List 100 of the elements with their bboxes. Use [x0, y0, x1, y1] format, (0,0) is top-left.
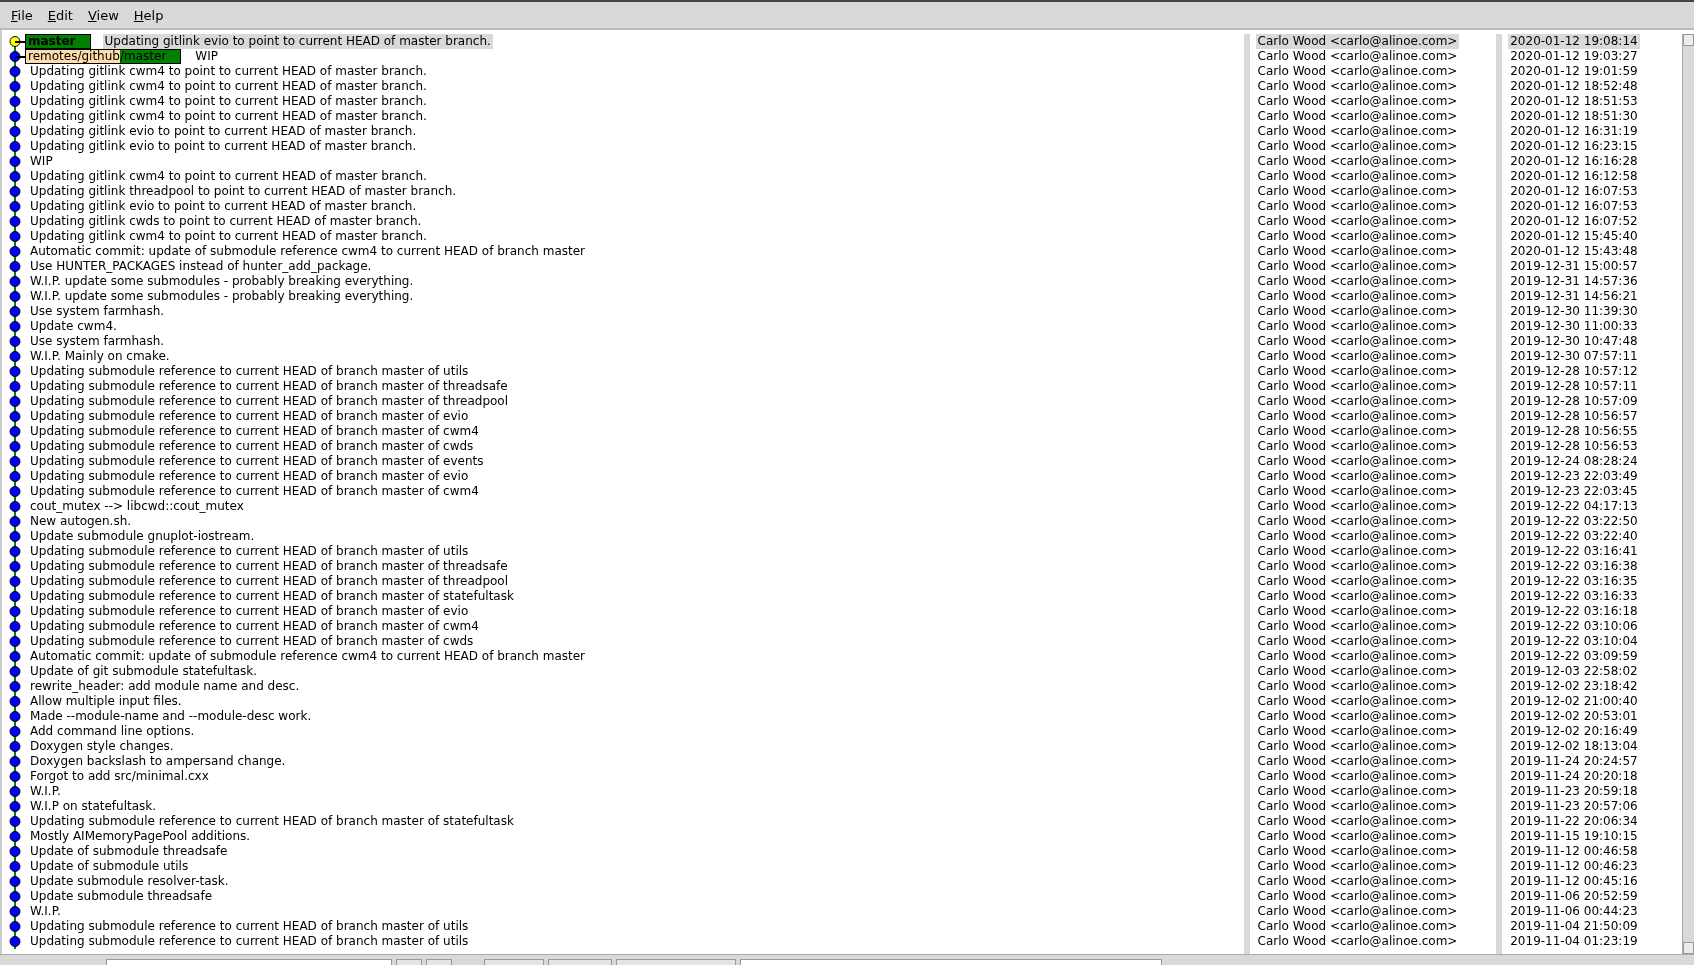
commit-message[interactable]: Updating submodule reference to current HEAD of branch master of utils: [28, 919, 471, 934]
date-cell[interactable]: 2020-01-12 18:51:30: [1508, 109, 1640, 124]
author-cell[interactable]: Carlo Wood <carlo@alinoe.com>: [1255, 454, 1460, 469]
date-cell[interactable]: 2020-01-12 15:43:48: [1508, 244, 1640, 259]
date-cell[interactable]: 2020-01-12 16:07:53: [1508, 199, 1640, 214]
commit-message[interactable]: Updating submodule reference to current HEAD of branch master of threadsafe: [28, 379, 510, 394]
commit-message[interactable]: cout_mutex --> libcwd::cout_mutex: [28, 499, 246, 514]
commit-message[interactable]: Update submodule gnuplot-iostream.: [28, 529, 257, 544]
author-cell[interactable]: Carlo Wood <carlo@alinoe.com>: [1255, 364, 1460, 379]
date-cell[interactable]: 2019-11-12 00:46:58: [1508, 844, 1640, 859]
author-cell[interactable]: Carlo Wood <carlo@alinoe.com>: [1255, 229, 1460, 244]
commit-message[interactable]: Update submodule resolver-task.: [28, 874, 231, 889]
commit-message[interactable]: Updating submodule reference to current HEAD of branch master of utils: [28, 934, 471, 949]
date-cell[interactable]: 2019-11-12 00:45:16: [1508, 874, 1640, 889]
author-cell[interactable]: Carlo Wood <carlo@alinoe.com>: [1255, 289, 1460, 304]
commit-message[interactable]: Use HUNTER_PACKAGES instead of hunter_add_package.: [28, 259, 374, 274]
date-cell[interactable]: 2019-12-31 14:57:36: [1508, 274, 1640, 289]
author-cell[interactable]: Carlo Wood <carlo@alinoe.com>: [1255, 484, 1460, 499]
commit-message[interactable]: Updating submodule reference to current HEAD of branch master of events: [28, 454, 486, 469]
author-cell[interactable]: Carlo Wood <carlo@alinoe.com>: [1255, 829, 1460, 844]
author-cell[interactable]: Carlo Wood <carlo@alinoe.com>: [1255, 859, 1460, 874]
date-cell[interactable]: 2019-12-22 03:16:41: [1508, 544, 1640, 559]
date-cell[interactable]: 2019-11-24 20:20:18: [1508, 769, 1640, 784]
commit-message[interactable]: Updating gitlink evio to point to current HEAD of master branch.: [28, 139, 419, 154]
date-cell[interactable]: 2019-11-04 21:50:09: [1508, 919, 1640, 934]
author-cell[interactable]: Carlo Wood <carlo@alinoe.com>: [1255, 274, 1460, 289]
commit-message[interactable]: Use system farmhash.: [28, 334, 167, 349]
date-cell[interactable]: 2020-01-12 16:23:15: [1508, 139, 1640, 154]
date-cell[interactable]: 2020-01-12 18:52:48: [1508, 79, 1640, 94]
scrollbar[interactable]: [1682, 34, 1694, 954]
commit-message[interactable]: Update of submodule utils: [28, 859, 191, 874]
date-cell[interactable]: 2019-12-23 22:03:49: [1508, 469, 1640, 484]
date-cell[interactable]: 2019-12-03 22:58:02: [1508, 664, 1640, 679]
commit-message[interactable]: W.I.P on statefultask.: [28, 799, 159, 814]
date-cell[interactable]: 2020-01-12 15:45:40: [1508, 229, 1640, 244]
commit-message[interactable]: Update of submodule threadsafe: [28, 844, 230, 859]
author-cell[interactable]: Carlo Wood <carlo@alinoe.com>: [1255, 94, 1460, 109]
commit-message[interactable]: Automatic commit: update of submodule reference cwm4 to current HEAD of branch master: [28, 244, 588, 259]
author-cell[interactable]: Carlo Wood <carlo@alinoe.com>: [1255, 304, 1460, 319]
date-cell[interactable]: 2019-12-22 03:09:59: [1508, 649, 1640, 664]
menu-item[interactable]: Help: [133, 7, 164, 23]
author-cell[interactable]: Carlo Wood <carlo@alinoe.com>: [1255, 109, 1460, 124]
date-cell[interactable]: 2019-11-15 19:10:15: [1508, 829, 1640, 844]
commit-message[interactable]: Updating submodule reference to current HEAD of branch master of evio: [28, 604, 471, 619]
commit-message[interactable]: Doxygen backslash to ampersand change.: [28, 754, 288, 769]
commit-message[interactable]: Updating submodule reference to current HEAD of branch master of statefultask: [28, 589, 516, 604]
commit-message[interactable]: Updating gitlink evio to point to current HEAD of master branch.: [28, 199, 419, 214]
author-cell[interactable]: Carlo Wood <carlo@alinoe.com>: [1255, 574, 1460, 589]
date-cell[interactable]: 2019-12-30 07:57:11: [1508, 349, 1640, 364]
date-cell[interactable]: 2019-12-22 03:10:06: [1508, 619, 1640, 634]
date-cell[interactable]: 2019-12-31 14:56:21: [1508, 289, 1640, 304]
commit-message[interactable]: Doxygen style changes.: [28, 739, 176, 754]
commit-message[interactable]: WIP: [193, 49, 220, 64]
author-cell[interactable]: Carlo Wood <carlo@alinoe.com>: [1255, 499, 1460, 514]
date-cell[interactable]: 2019-12-02 20:16:49: [1508, 724, 1640, 739]
date-cell[interactable]: 2019-12-31 15:00:57: [1508, 259, 1640, 274]
author-cell[interactable]: Carlo Wood <carlo@alinoe.com>: [1255, 649, 1460, 664]
author-cell[interactable]: Carlo Wood <carlo@alinoe.com>: [1255, 469, 1460, 484]
date-cell[interactable]: 2019-11-12 00:46:23: [1508, 859, 1640, 874]
author-cell[interactable]: Carlo Wood <carlo@alinoe.com>: [1255, 214, 1460, 229]
author-cell[interactable]: Carlo Wood <carlo@alinoe.com>: [1255, 724, 1460, 739]
commit-message[interactable]: Updating gitlink threadpool to point to current HEAD of master branch.: [28, 184, 459, 199]
commit-message[interactable]: Updating submodule reference to current HEAD of branch master of cwm4: [28, 484, 481, 499]
author-cell[interactable]: Carlo Wood <carlo@alinoe.com>: [1255, 244, 1460, 259]
commit-message[interactable]: Update of git submodule statefultask.: [28, 664, 260, 679]
commit-message[interactable]: W.I.P. Mainly on cmake.: [28, 349, 172, 364]
date-cell[interactable]: 2019-12-30 10:47:48: [1508, 334, 1640, 349]
date-cell[interactable]: 2019-12-24 08:28:24: [1508, 454, 1640, 469]
date-cell[interactable]: 2019-12-22 03:16:33: [1508, 589, 1640, 604]
author-cell[interactable]: Carlo Wood <carlo@alinoe.com>: [1255, 424, 1460, 439]
author-cell[interactable]: Carlo Wood <carlo@alinoe.com>: [1255, 604, 1460, 619]
author-cell[interactable]: Carlo Wood <carlo@alinoe.com>: [1255, 64, 1460, 79]
date-cell[interactable]: 2020-01-12 19:08:14: [1508, 34, 1640, 49]
commit-message[interactable]: Automatic commit: update of submodule reference cwm4 to current HEAD of branch master: [28, 649, 588, 664]
author-cell[interactable]: Carlo Wood <carlo@alinoe.com>: [1255, 124, 1460, 139]
date-cell[interactable]: 2019-12-22 04:17:13: [1508, 499, 1640, 514]
date-cell[interactable]: 2019-12-28 10:57:09: [1508, 394, 1640, 409]
commit-message[interactable]: Updating gitlink cwm4 to point to current HEAD of master branch.: [28, 109, 429, 124]
commit-message[interactable]: Updating gitlink evio to point to current HEAD of master branch.: [102, 34, 493, 49]
commit-message[interactable]: WIP: [28, 154, 55, 169]
date-cell[interactable]: 2019-12-02 18:13:04: [1508, 739, 1640, 754]
author-cell[interactable]: Carlo Wood <carlo@alinoe.com>: [1255, 199, 1460, 214]
commit-message[interactable]: Updating gitlink cwds to point to current HEAD of master branch.: [28, 214, 424, 229]
commit-message[interactable]: Made --module-name and --module-desc work.: [28, 709, 314, 724]
date-cell[interactable]: 2019-12-22 03:22:50: [1508, 514, 1640, 529]
commit-message[interactable]: Allow multiple input files.: [28, 694, 184, 709]
commit-message[interactable]: New autogen.sh.: [28, 514, 134, 529]
date-cell[interactable]: 2019-11-23 20:59:18: [1508, 784, 1640, 799]
date-cell[interactable]: 2020-01-12 18:51:53: [1508, 94, 1640, 109]
commit-message[interactable]: Add command line options.: [28, 724, 197, 739]
menu-item[interactable]: File: [11, 7, 33, 23]
commit-message[interactable]: Updating gitlink cwm4 to point to current HEAD of master branch.: [28, 64, 429, 79]
date-cell[interactable]: 2019-12-28 10:56:57: [1508, 409, 1640, 424]
author-cell[interactable]: Carlo Wood <carlo@alinoe.com>: [1255, 49, 1460, 64]
commit-message[interactable]: Mostly AIMemoryPagePool additions.: [28, 829, 253, 844]
author-cell[interactable]: Carlo Wood <carlo@alinoe.com>: [1255, 904, 1460, 919]
author-cell[interactable]: Carlo Wood <carlo@alinoe.com>: [1255, 379, 1460, 394]
date-cell[interactable]: 2020-01-12 16:31:19: [1508, 124, 1640, 139]
date-cell[interactable]: 2019-12-28 10:56:53: [1508, 439, 1640, 454]
commit-message[interactable]: W.I.P. update some submodules - probably breaking everything.: [28, 274, 416, 289]
